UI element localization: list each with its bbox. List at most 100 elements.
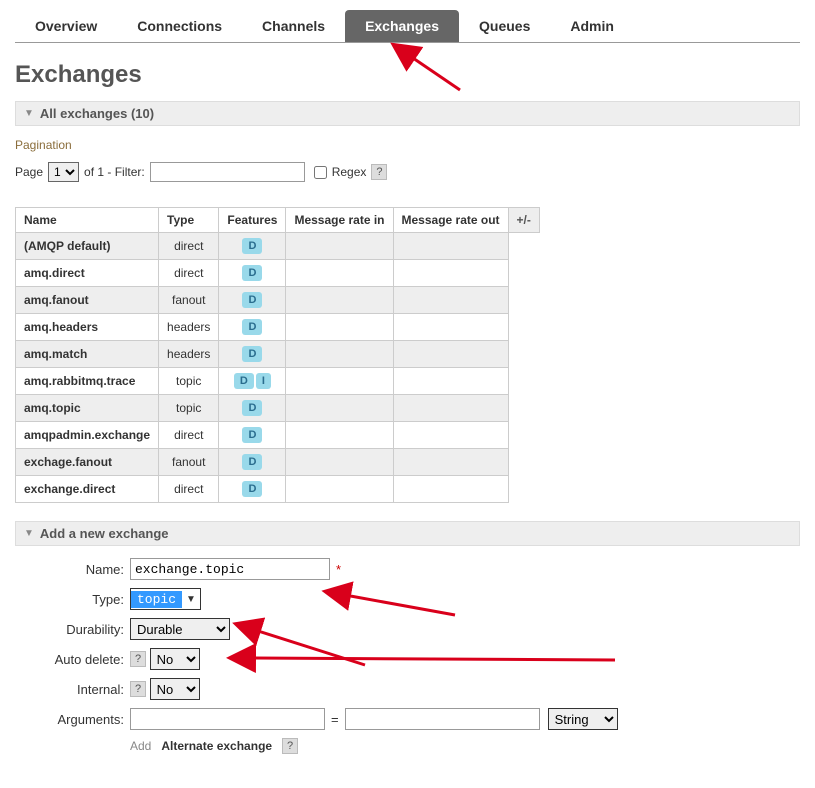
exchange-type-cell: headers	[159, 314, 219, 341]
exchange-type-cell: headers	[159, 341, 219, 368]
exchange-name-cell[interactable]: amq.topic	[16, 395, 159, 422]
col-plusminus[interactable]: +/-	[508, 208, 539, 233]
exchange-features-cell: D	[219, 476, 286, 503]
autodelete-label: Auto delete:	[15, 652, 130, 667]
feature-badge: D	[234, 373, 254, 389]
tab-admin[interactable]: Admin	[550, 10, 634, 42]
arguments-label: Arguments:	[15, 712, 130, 727]
argument-key-input[interactable]	[130, 708, 325, 730]
internal-label: Internal:	[15, 682, 130, 697]
table-row: amq.directdirectD	[16, 260, 540, 287]
exchange-name-cell[interactable]: amq.direct	[16, 260, 159, 287]
tab-exchanges[interactable]: Exchanges	[345, 10, 459, 42]
alternate-exchange-link[interactable]: Alternate exchange	[161, 739, 272, 753]
exchange-type-cell: fanout	[159, 287, 219, 314]
chevron-down-icon: ▼	[24, 528, 34, 539]
rate-out-cell	[393, 314, 508, 341]
argument-equals: =	[331, 712, 339, 727]
regex-checkbox[interactable]	[314, 166, 327, 179]
rate-out-cell	[393, 368, 508, 395]
exchange-name-cell[interactable]: exchage.fanout	[16, 449, 159, 476]
argument-type-select[interactable]: String	[548, 708, 618, 730]
exchanges-table: Name Type Features Message rate in Messa…	[15, 207, 540, 503]
col-name[interactable]: Name	[16, 208, 159, 233]
name-label: Name:	[15, 562, 130, 577]
table-row: amq.rabbitmq.tracetopicDI	[16, 368, 540, 395]
page-of-text: of 1 - Filter:	[84, 165, 145, 179]
col-type[interactable]: Type	[159, 208, 219, 233]
internal-help-icon[interactable]: ?	[130, 681, 146, 697]
exchange-features-cell: D	[219, 422, 286, 449]
col-features[interactable]: Features	[219, 208, 286, 233]
type-select[interactable]: topic ▼	[130, 588, 201, 610]
argument-value-input[interactable]	[345, 708, 540, 730]
filter-input[interactable]	[150, 162, 305, 182]
feature-badge: D	[242, 427, 262, 443]
exchange-features-cell: D	[219, 341, 286, 368]
table-row: exchange.directdirect D	[16, 476, 540, 503]
feature-badge: D	[242, 454, 262, 470]
add-exchange-form: Name: * Type: topic ▼ Durability: Durabl…	[15, 546, 800, 754]
regex-label: Regex	[332, 165, 367, 179]
col-rate-out[interactable]: Message rate out	[393, 208, 508, 233]
regex-help-icon[interactable]: ?	[371, 164, 387, 180]
feature-badge: D	[242, 238, 262, 254]
col-rate-in[interactable]: Message rate in	[286, 208, 393, 233]
chevron-down-icon: ▼	[24, 108, 34, 119]
table-row: amq.topictopic D	[16, 395, 540, 422]
alternate-exchange-help-icon[interactable]: ?	[282, 738, 298, 754]
exchange-name-cell[interactable]: amq.headers	[16, 314, 159, 341]
rate-out-cell	[393, 395, 508, 422]
internal-select[interactable]: No	[150, 678, 200, 700]
durability-select[interactable]: Durable	[130, 618, 230, 640]
tab-queues[interactable]: Queues	[459, 10, 550, 42]
type-label: Type:	[15, 592, 130, 607]
tab-connections[interactable]: Connections	[117, 10, 242, 42]
exchange-name-cell[interactable]: (AMQP default)	[16, 233, 159, 260]
exchange-name-cell[interactable]: amq.fanout	[16, 287, 159, 314]
exchange-features-cell: DI	[219, 368, 286, 395]
exchange-name-cell[interactable]: amq.match	[16, 341, 159, 368]
feature-badge: D	[242, 481, 262, 497]
feature-badge: I	[256, 373, 271, 389]
table-row: amqpadmin.exchangedirectD	[16, 422, 540, 449]
page-word: Page	[15, 165, 43, 179]
exchange-type-cell: direct	[159, 233, 219, 260]
exchange-features-cell: D	[219, 260, 286, 287]
rate-in-cell	[286, 449, 393, 476]
durability-label: Durability:	[15, 622, 130, 637]
exchange-name-cell[interactable]: amqpadmin.exchange	[16, 422, 159, 449]
tab-overview[interactable]: Overview	[15, 10, 117, 42]
section-add-label: Add a new exchange	[40, 526, 169, 541]
add-link[interactable]: Add	[130, 739, 151, 753]
required-marker: *	[336, 562, 341, 577]
rate-in-cell	[286, 476, 393, 503]
feature-badge: D	[242, 346, 262, 362]
rate-out-cell	[393, 341, 508, 368]
chevron-down-icon: ▼	[182, 594, 200, 605]
rate-in-cell	[286, 341, 393, 368]
exchange-type-cell: topic	[159, 395, 219, 422]
autodelete-select[interactable]: No	[150, 648, 200, 670]
autodelete-help-icon[interactable]: ?	[130, 651, 146, 667]
page-select[interactable]: 1	[48, 162, 79, 182]
rate-out-cell	[393, 233, 508, 260]
exchange-name-cell[interactable]: amq.rabbitmq.trace	[16, 368, 159, 395]
pagination-row: Page 1 of 1 - Filter: Regex ?	[15, 162, 800, 182]
rate-in-cell	[286, 422, 393, 449]
name-input[interactable]	[130, 558, 330, 580]
rate-out-cell	[393, 422, 508, 449]
feature-badge: D	[242, 265, 262, 281]
exchange-features-cell: D	[219, 395, 286, 422]
section-all-exchanges[interactable]: ▼ All exchanges (10)	[15, 101, 800, 126]
rate-in-cell	[286, 314, 393, 341]
section-add-exchange[interactable]: ▼ Add a new exchange	[15, 521, 800, 546]
feature-badge: D	[242, 319, 262, 335]
exchange-features-cell: D	[219, 449, 286, 476]
tab-channels[interactable]: Channels	[242, 10, 345, 42]
exchange-features-cell: D	[219, 233, 286, 260]
exchange-name-cell[interactable]: exchange.direct	[16, 476, 159, 503]
exchange-type-cell: topic	[159, 368, 219, 395]
feature-badge: D	[242, 400, 262, 416]
exchange-type-cell: direct	[159, 476, 219, 503]
